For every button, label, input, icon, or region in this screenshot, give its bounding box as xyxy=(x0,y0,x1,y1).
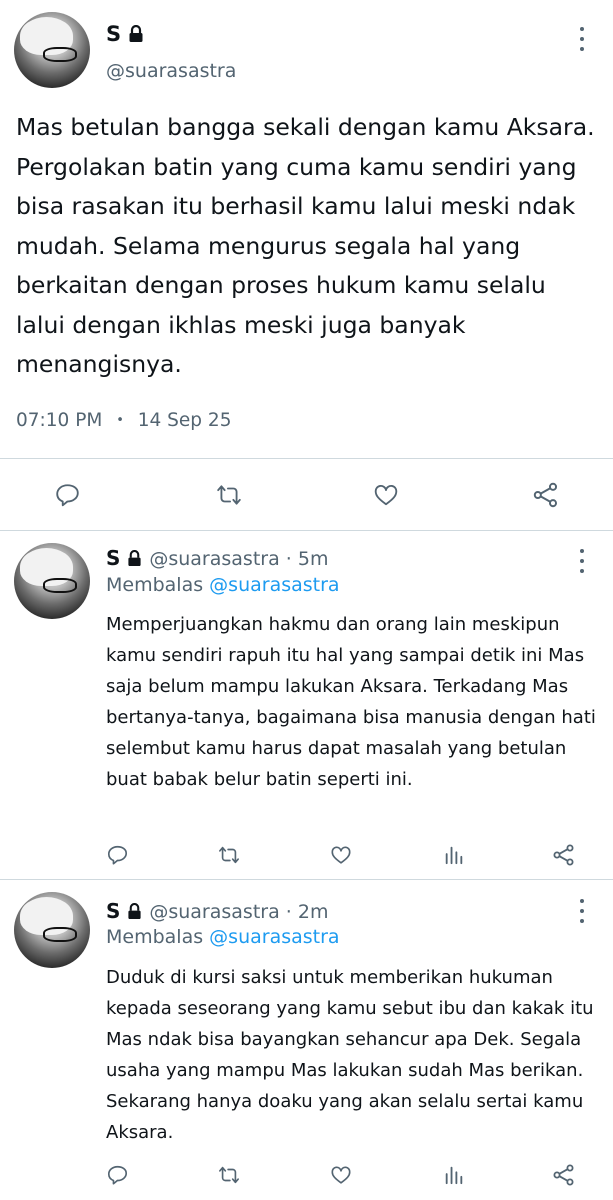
lock-icon xyxy=(129,25,143,42)
tweet-text: Duduk di kursi saksi untuk memberikan hu… xyxy=(106,967,594,1143)
tweet-timestamp[interactable]: 07:10 PM • 14 Sep 25 xyxy=(16,410,231,431)
lock-icon xyxy=(128,550,141,566)
divider xyxy=(0,458,613,459)
views-icon[interactable] xyxy=(440,1162,468,1188)
like-icon[interactable] xyxy=(327,1162,355,1188)
divider xyxy=(0,879,613,880)
reply-header: S @suarasastra · 5m xyxy=(106,546,328,570)
more-icon[interactable] xyxy=(570,24,594,54)
replying-to: Membalas @suarasastra xyxy=(106,574,340,596)
replying-to-link[interactable]: @suarasastra xyxy=(209,574,339,596)
lock-icon xyxy=(128,903,141,919)
share-icon[interactable] xyxy=(550,1162,578,1188)
more-icon[interactable] xyxy=(570,896,594,926)
like-icon[interactable] xyxy=(370,480,402,510)
author-handle[interactable]: @suarasastra xyxy=(106,60,236,82)
share-icon[interactable] xyxy=(530,480,562,510)
avatar[interactable] xyxy=(14,543,90,619)
replying-to: Membalas @suarasastra xyxy=(106,926,340,948)
reply-icon[interactable] xyxy=(52,480,82,510)
author-name[interactable]: S xyxy=(106,546,149,570)
tweet-age[interactable]: 2m xyxy=(298,901,329,923)
share-icon[interactable] xyxy=(550,842,578,868)
retweet-icon[interactable] xyxy=(215,1162,243,1188)
more-icon[interactable] xyxy=(570,546,594,576)
reply-header: S @suarasastra · 2m xyxy=(106,899,328,923)
tweet-text: Mas betulan bangga sekali dengan kamu Ak… xyxy=(16,113,595,378)
author-name[interactable]: S xyxy=(106,22,144,46)
tweet-text: Memperjuangkan hakmu dan orang lain mesk… xyxy=(106,614,596,790)
dot-separator: · xyxy=(285,548,292,570)
author-name[interactable]: S xyxy=(106,899,149,923)
like-icon[interactable] xyxy=(327,842,355,868)
divider xyxy=(0,530,613,531)
dot-separator: · xyxy=(285,901,292,923)
views-icon[interactable] xyxy=(440,842,468,868)
reply-icon[interactable] xyxy=(104,1162,130,1188)
avatar[interactable] xyxy=(14,12,90,88)
avatar[interactable] xyxy=(14,892,90,968)
retweet-icon[interactable] xyxy=(213,480,245,510)
retweet-icon[interactable] xyxy=(215,842,243,868)
reply-icon[interactable] xyxy=(104,842,130,868)
author-handle[interactable]: @suarasastra xyxy=(149,901,279,923)
replying-to-link[interactable]: @suarasastra xyxy=(209,926,339,948)
author-handle[interactable]: @suarasastra xyxy=(149,548,279,570)
tweet-age[interactable]: 5m xyxy=(298,548,329,570)
